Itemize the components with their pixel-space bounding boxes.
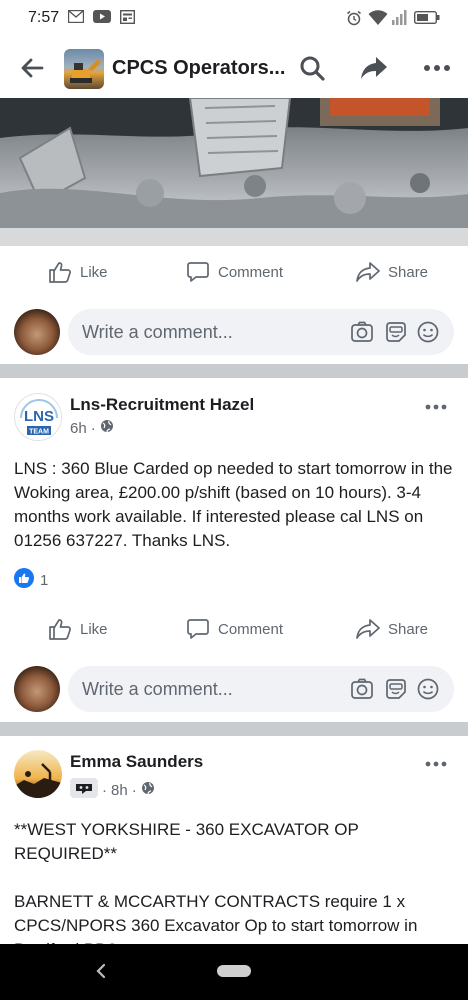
battery-icon — [414, 11, 440, 24]
meta-dot: · — [102, 781, 107, 799]
post-more-icon[interactable] — [424, 398, 448, 410]
like-button[interactable]: Like — [48, 260, 108, 284]
app-bar: CPCS Operators... — [0, 36, 468, 98]
comment-icon — [187, 262, 209, 282]
group-thumbnail[interactable] — [64, 49, 104, 89]
meta-dot: · — [131, 781, 137, 799]
emoji-icon[interactable] — [416, 677, 440, 706]
user-avatar[interactable] — [14, 309, 60, 355]
reaction-count: 1 — [40, 571, 49, 589]
globe-icon — [100, 419, 114, 437]
back-arrow-icon[interactable] — [18, 54, 48, 82]
status-bar: 7:57 — [0, 0, 468, 36]
reaction-summary[interactable]: 1 — [14, 568, 48, 592]
avatar-logo-text: LNS — [24, 408, 54, 425]
like-icon — [49, 262, 71, 283]
author-avatar[interactable] — [14, 750, 62, 798]
post-divider — [0, 722, 468, 736]
news-icon — [120, 10, 135, 24]
like-label: Like — [80, 263, 108, 281]
post-author[interactable]: Lns-Recruitment Hazel — [70, 395, 254, 415]
comment-placeholder: Write a comment... — [82, 322, 233, 342]
share-button[interactable]: Share — [356, 617, 428, 641]
sticker-icon[interactable] — [384, 320, 408, 349]
comment-input[interactable]: Write a comment... — [68, 666, 454, 712]
youtube-icon — [93, 10, 111, 23]
post-body: LNS : 360 Blue Carded op needed to start… — [14, 459, 458, 550]
meta-dot: · — [90, 419, 96, 437]
post-time[interactable]: 6h — [70, 420, 87, 437]
comment-label: Comment — [218, 620, 284, 638]
group-badge-icon — [70, 778, 98, 802]
post-body: **WEST YORKSHIRE - 360 EXCAVATOR OP REQU… — [14, 820, 418, 944]
like-reaction-icon — [14, 568, 34, 592]
post-photo[interactable] — [0, 98, 468, 246]
post-author[interactable]: Emma Saunders — [70, 752, 203, 772]
globe-icon — [141, 781, 155, 799]
author-avatar[interactable]: LNS TEAM — [14, 393, 62, 441]
alarm-icon — [346, 10, 362, 26]
share-arrow-icon[interactable] — [358, 52, 390, 84]
user-avatar[interactable] — [14, 666, 60, 712]
comment-composer: Write a comment... — [0, 309, 468, 359]
comment-placeholder: Write a comment... — [82, 679, 233, 699]
share-button[interactable]: Share — [356, 260, 428, 284]
comment-button[interactable]: Comment — [186, 260, 283, 284]
post-meta: 6h · — [70, 419, 114, 437]
share-label: Share — [388, 620, 429, 638]
more-options-icon[interactable] — [421, 52, 453, 84]
post-more-icon[interactable] — [424, 755, 448, 767]
post-meta: · 8h · — [70, 778, 155, 802]
emoji-icon[interactable] — [416, 320, 440, 349]
status-time: 7:57 — [28, 9, 60, 26]
comment-input[interactable]: Write a comment... — [68, 309, 454, 355]
like-icon — [49, 619, 71, 640]
wifi-icon — [368, 10, 388, 26]
signal-icon — [392, 10, 408, 25]
comment-button[interactable]: Comment — [186, 617, 283, 641]
post-divider — [0, 364, 468, 378]
like-button[interactable]: Like — [48, 617, 108, 641]
nav-home-pill[interactable] — [217, 965, 251, 977]
system-nav-bar — [0, 944, 468, 1000]
comment-icon — [187, 619, 209, 639]
avatar-logo-subtext: TEAM — [29, 429, 49, 436]
post-actions: Like Comment Share — [0, 248, 468, 298]
post-time[interactable]: 8h — [111, 782, 128, 799]
share-label: Share — [388, 263, 429, 281]
camera-icon[interactable] — [350, 677, 374, 706]
camera-icon[interactable] — [350, 320, 374, 349]
post-actions: Like Comment Share — [0, 605, 468, 655]
share-icon — [356, 262, 380, 282]
like-label: Like — [80, 620, 108, 638]
group-title[interactable]: CPCS Operators... — [112, 57, 292, 80]
nav-back-icon[interactable] — [94, 962, 108, 985]
comment-composer: Write a comment... — [0, 666, 468, 716]
comment-label: Comment — [218, 263, 284, 281]
gmail-icon — [68, 10, 84, 23]
share-icon — [356, 619, 380, 639]
sticker-icon[interactable] — [384, 677, 408, 706]
search-icon[interactable] — [296, 52, 328, 84]
